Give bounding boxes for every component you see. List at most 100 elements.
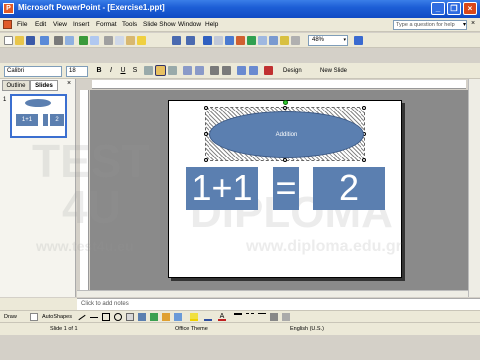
menu-insert[interactable]: Insert	[73, 21, 89, 28]
select-objects-icon[interactable]	[30, 313, 38, 321]
research-icon[interactable]	[90, 36, 99, 45]
resize-handle-n[interactable]	[283, 106, 287, 110]
underline-button[interactable]: U	[118, 66, 128, 76]
italic-button[interactable]: I	[106, 66, 116, 76]
slide-thumbnail[interactable]: 1+1 2	[10, 94, 67, 138]
close-button[interactable]: ×	[463, 2, 477, 15]
hyperlink-icon[interactable]	[203, 36, 212, 45]
copy-icon[interactable]	[115, 36, 124, 45]
redo-icon[interactable]	[186, 36, 195, 45]
bold-button[interactable]: B	[94, 66, 104, 76]
addition-ellipse[interactable]: Addition	[209, 111, 364, 158]
show-grid-icon[interactable]	[291, 36, 300, 45]
help-icon[interactable]	[354, 36, 363, 45]
menu-slide-show[interactable]: Slide Show	[143, 21, 176, 28]
resize-handle-sw[interactable]	[204, 158, 208, 162]
expand-all-icon[interactable]	[269, 36, 278, 45]
horizontal-ruler[interactable]	[92, 80, 466, 89]
restore-button[interactable]: ❐	[447, 2, 461, 15]
tab-outline[interactable]: Outline	[2, 80, 30, 91]
fill-color-icon[interactable]	[190, 313, 198, 321]
help-dropdown-icon[interactable]: ▾	[463, 20, 470, 30]
box-1-plus-1[interactable]: 1+1	[186, 167, 258, 210]
horizontal-scrollbar[interactable]	[77, 290, 468, 297]
menu-window[interactable]: Window	[178, 21, 201, 28]
menu-file[interactable]: File	[17, 21, 27, 28]
align-right-icon[interactable]	[168, 66, 177, 75]
line-style-icon[interactable]	[234, 313, 242, 321]
resize-handle-s[interactable]	[283, 158, 287, 162]
align-left-icon[interactable]	[144, 66, 153, 75]
rectangle-icon[interactable]	[102, 313, 110, 321]
print-icon[interactable]	[54, 36, 63, 45]
menu-help[interactable]: Help	[205, 21, 218, 28]
diagram-icon[interactable]	[150, 313, 158, 321]
font-size-select[interactable]: 18	[66, 66, 88, 77]
insert-table-icon[interactable]	[225, 36, 234, 45]
open-folder-icon[interactable]	[15, 36, 24, 45]
document-close-icon[interactable]: ×	[471, 20, 475, 27]
oval-icon[interactable]	[114, 313, 122, 321]
resize-handle-nw[interactable]	[204, 106, 208, 110]
vertical-scrollbar[interactable]	[468, 79, 480, 297]
resize-handle-ne[interactable]	[362, 106, 366, 110]
spelling-icon[interactable]	[79, 36, 88, 45]
minimize-button[interactable]: _	[431, 2, 445, 15]
arrow-style-icon[interactable]	[258, 313, 266, 321]
line-color-icon[interactable]	[204, 313, 212, 321]
font-color-icon[interactable]	[264, 66, 273, 75]
undo-icon[interactable]	[172, 36, 181, 45]
resize-handle-se[interactable]	[362, 158, 366, 162]
font-name-select[interactable]: Calibri	[4, 66, 62, 77]
numbering-icon[interactable]	[183, 66, 192, 75]
increase-font-icon[interactable]	[210, 66, 219, 75]
align-center-icon[interactable]	[155, 65, 166, 76]
zoom-dropdown-icon[interactable]: ▾	[343, 36, 346, 45]
picture-icon[interactable]	[174, 313, 182, 321]
decrease-font-icon[interactable]	[222, 66, 231, 75]
permission-icon[interactable]	[40, 36, 49, 45]
notes-area[interactable]: Click to add notes	[77, 298, 480, 310]
print-preview-icon[interactable]	[65, 36, 74, 45]
insert-diagram-icon[interactable]	[247, 36, 256, 45]
rotation-handle[interactable]	[283, 100, 288, 105]
dash-style-icon[interactable]	[246, 313, 254, 321]
tab-slides[interactable]: Slides	[30, 80, 58, 91]
menu-view[interactable]: View	[53, 21, 67, 28]
draw-menu[interactable]: Draw	[4, 313, 17, 321]
new-document-icon[interactable]	[4, 36, 13, 45]
increase-indent-icon[interactable]	[249, 66, 258, 75]
format-painter-icon[interactable]	[137, 36, 146, 45]
arrow-icon[interactable]	[90, 317, 98, 318]
line-icon[interactable]	[78, 314, 86, 321]
help-question-input[interactable]: Type a question for help	[393, 20, 467, 30]
shadow-button[interactable]: S	[130, 66, 140, 76]
new-slide-icon[interactable]	[258, 36, 267, 45]
new-slide-button[interactable]: New Slide	[320, 66, 347, 76]
resize-handle-w[interactable]	[204, 132, 208, 136]
menu-tools[interactable]: Tools	[122, 21, 137, 28]
3d-style-icon[interactable]	[282, 313, 290, 321]
save-icon[interactable]	[26, 36, 35, 45]
tables-borders-icon[interactable]	[214, 36, 223, 45]
autoshapes-menu[interactable]: AutoShapes	[42, 313, 72, 321]
equals-box[interactable]: =	[273, 167, 299, 210]
design-button[interactable]: Design	[283, 66, 302, 76]
bullets-icon[interactable]	[195, 66, 204, 75]
document-icon[interactable]	[3, 20, 12, 29]
font-color-draw-icon[interactable]: A	[218, 313, 226, 321]
clip-art-icon[interactable]	[162, 313, 170, 321]
zoom-select[interactable]: 48% ▾	[308, 35, 348, 46]
paste-icon[interactable]	[126, 36, 135, 45]
show-formatting-icon[interactable]	[280, 36, 289, 45]
text-box-icon[interactable]	[126, 313, 134, 321]
wordart-icon[interactable]	[138, 313, 146, 321]
menu-edit[interactable]: Edit	[35, 21, 46, 28]
menu-format[interactable]: Format	[96, 21, 117, 28]
shadow-style-icon[interactable]	[270, 313, 278, 321]
cut-icon[interactable]	[104, 36, 113, 45]
box-2[interactable]: 2	[313, 167, 385, 210]
pane-close-icon[interactable]: ×	[67, 80, 71, 87]
insert-chart-icon[interactable]	[236, 36, 245, 45]
decrease-indent-icon[interactable]	[237, 66, 246, 75]
